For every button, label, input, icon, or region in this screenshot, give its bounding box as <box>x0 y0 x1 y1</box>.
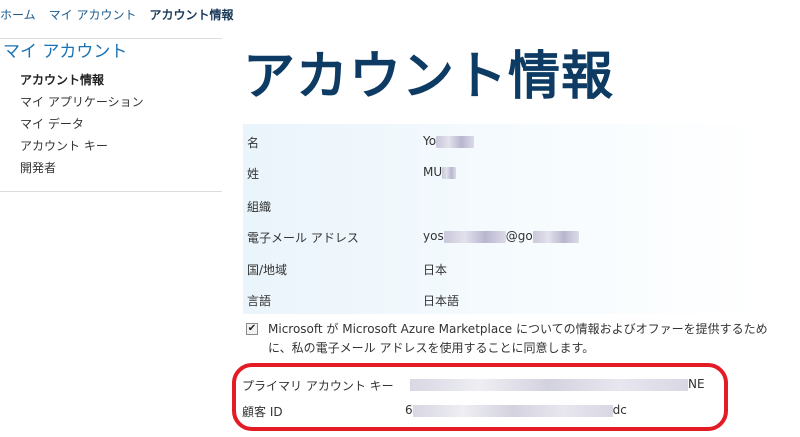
info-row-language: 言語 日本語 <box>243 288 763 310</box>
country-label: 国/地域 <box>247 263 288 277</box>
info-row-organization: 組織 <box>243 194 763 216</box>
primary-key-suffix: NE <box>688 377 705 391</box>
info-row-country: 国/地域 日本 <box>243 257 763 279</box>
redacted-block <box>442 166 457 179</box>
redacted-block <box>436 135 475 148</box>
organization-label: 組織 <box>247 200 272 214</box>
redacted-block <box>532 230 579 243</box>
redacted-block <box>412 404 613 417</box>
redacted-block <box>410 378 688 391</box>
breadcrumb-current: アカウント情報 <box>149 8 234 22</box>
language-label: 言語 <box>247 294 272 308</box>
sidebar-item-my-applications[interactable]: マイ アプリケーション <box>20 91 222 113</box>
marketing-consent: ✔ Microsoft が Microsoft Azure Marketplac… <box>246 320 776 358</box>
customer-id-label: 顧客 ID <box>242 405 283 419</box>
sidebar-item-account-keys[interactable]: アカウント キー <box>20 135 222 157</box>
account-info-panel: 名 Yo 姓 MU 組織 電子メール アドレス yos @go 国/地域 日本 言… <box>243 124 763 314</box>
info-row-last-name: 姓 MU <box>243 161 763 183</box>
language-value: 日本語 <box>423 294 460 308</box>
last-name-value: MU <box>423 165 457 179</box>
customer-id-suffix: dc <box>612 403 627 417</box>
customer-id-prefix: 6 <box>405 403 413 417</box>
breadcrumb: ホーム マイ アカウント アカウント情報 <box>0 6 246 23</box>
info-row-first-name: 名 Yo <box>243 130 763 152</box>
first-name-text: Yo <box>423 134 437 148</box>
account-key-highlight: プライマリ アカウント キー NE 顧客 ID 6 dc <box>232 363 728 431</box>
email-text-start: yos <box>423 229 444 243</box>
breadcrumb-home[interactable]: ホーム <box>0 8 36 22</box>
sidebar: マイ アカウント アカウント情報 マイ アプリケーション マイ データ アカウン… <box>0 38 222 192</box>
email-value: yos @go <box>423 229 579 243</box>
last-name-text: MU <box>423 165 443 179</box>
customer-id-value[interactable]: 6 dc <box>405 403 627 417</box>
sidebar-list: アカウント情報 マイ アプリケーション マイ データ アカウント キー 開発者 <box>0 67 222 192</box>
email-label: 電子メール アドレス <box>247 231 359 245</box>
primary-key-value[interactable]: NE <box>410 377 705 391</box>
consent-checkbox[interactable]: ✔ <box>246 323 258 335</box>
sidebar-item-developer[interactable]: 開発者 <box>20 157 222 179</box>
last-name-label: 姓 <box>247 167 260 181</box>
sidebar-item-my-data[interactable]: マイ データ <box>20 113 222 135</box>
consent-text: Microsoft が Microsoft Azure Marketplace … <box>268 322 768 355</box>
redacted-block <box>443 230 506 243</box>
first-name-label: 名 <box>247 136 260 150</box>
breadcrumb-my-account[interactable]: マイ アカウント <box>49 8 137 22</box>
email-text-domain: @go <box>505 229 533 243</box>
sidebar-title[interactable]: マイ アカウント <box>0 39 222 67</box>
info-row-email: 電子メール アドレス yos @go <box>243 225 763 247</box>
primary-key-label: プライマリ アカウント キー <box>242 379 394 393</box>
country-value: 日本 <box>423 263 448 277</box>
page-title: アカウント情報 <box>243 47 615 107</box>
first-name-value: Yo <box>423 134 475 148</box>
sidebar-item-account-info[interactable]: アカウント情報 <box>20 69 222 91</box>
